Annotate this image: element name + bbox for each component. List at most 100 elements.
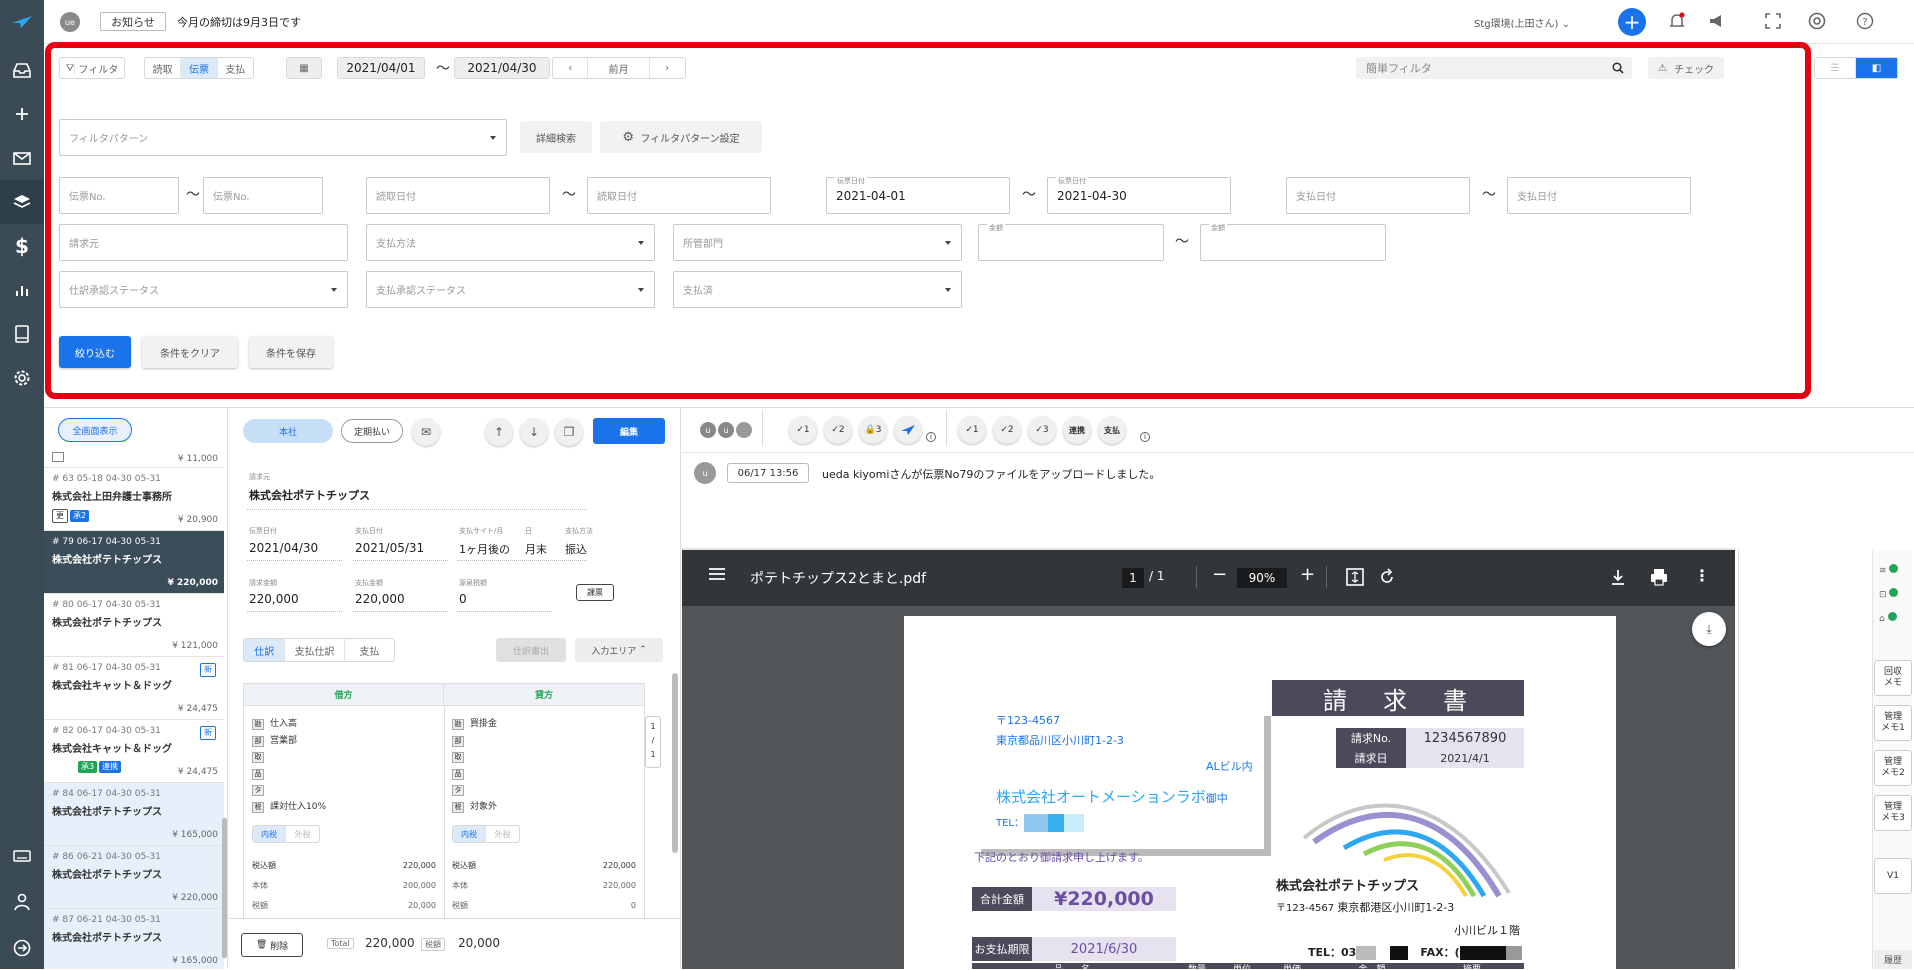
add-icon[interactable] <box>0 92 44 136</box>
pay-approval-step-3[interactable]: ✓ 3 <box>1028 416 1056 444</box>
more-vertical-icon[interactable]: ⋮ <box>1694 566 1710 585</box>
save-conditions-button[interactable]: 条件を保存 <box>249 336 333 368</box>
tax-in-option[interactable]: 内税 <box>453 826 487 842</box>
keyboard-icon[interactable] <box>0 834 44 878</box>
slip-no-from-input[interactable]: 伝票No. <box>59 177 179 214</box>
pay-date-to-input[interactable]: 支払日付 <box>1507 177 1691 214</box>
input-area-toggle[interactable]: 入力エリア ⌃ <box>575 638 663 662</box>
download-icon[interactable] <box>1610 568 1626 586</box>
paid-select[interactable]: 支払済 <box>673 271 962 308</box>
info-icon[interactable]: i <box>926 432 936 442</box>
mail-icon[interactable] <box>0 136 44 180</box>
inbox-icon[interactable] <box>0 48 44 92</box>
tab-read[interactable]: 読取 <box>145 58 182 78</box>
pdf-zoom-input[interactable]: 90% <box>1237 568 1287 588</box>
user-icon[interactable] <box>0 880 44 924</box>
tab-journal[interactable]: 仕訳 <box>244 639 286 661</box>
simple-filter-input[interactable]: 簡単フィルタ <box>1356 57 1632 79</box>
admin-memo-2-button[interactable]: 管理 メモ2 <box>1874 750 1912 786</box>
calendar-button[interactable]: ▦ <box>286 57 322 79</box>
send-status[interactable] <box>894 416 922 444</box>
pay-method-select[interactable]: 支払方法 <box>366 224 655 261</box>
journal-status-select[interactable]: 仕訳承認ステータス <box>59 271 348 308</box>
edit-button[interactable]: 編集 <box>593 418 665 444</box>
logout-icon[interactable] <box>0 926 44 970</box>
pay-date-from-input[interactable]: 支払日付 <box>1286 177 1470 214</box>
approval-indicator[interactable]: ≋ <box>1879 564 1899 576</box>
environment-selector[interactable]: Stg環境(上田さん) ⌄ <box>1474 15 1570 30</box>
pay-status-select[interactable]: 支払承認ステータス <box>366 271 655 308</box>
approval-step-1[interactable]: ✓ 1 <box>789 416 817 444</box>
admin-memo-1-button[interactable]: 管理 メモ1 <box>1874 705 1912 741</box>
filter-toggle-button[interactable]: ⛛ フィルタ <box>59 57 125 79</box>
list-item-selected[interactable]: # 79 06-17 04-30 05-31 株式会社ポテトチップス ¥ 220… <box>44 531 224 594</box>
search-icon[interactable] <box>1606 62 1630 74</box>
avatar[interactable]: u <box>718 422 734 438</box>
pay-approval-step-1[interactable]: ✓ 1 <box>958 416 986 444</box>
pattern-settings-button[interactable]: ⚙ フィルタパターン設定 <box>600 121 762 153</box>
tax-button[interactable]: 課票 <box>576 584 614 601</box>
filter-pattern-select[interactable]: フィルタパターン <box>59 119 507 156</box>
link-status[interactable]: 連携 <box>1063 416 1091 444</box>
approval-step-2[interactable]: ✓ 2 <box>824 416 852 444</box>
fullscreen-icon[interactable] <box>1764 12 1782 30</box>
tax-in-option[interactable]: 内税 <box>253 826 287 842</box>
date-to-field[interactable]: 2021/04/30 <box>454 57 550 79</box>
book-icon[interactable] <box>0 312 44 356</box>
debit-rows[interactable]: 勘仕入高 部営業部 取 品 タ 税課対仕入10% <box>252 716 326 815</box>
collection-memo-button[interactable]: 回収 メモ <box>1874 660 1912 696</box>
tax-out-option[interactable]: 外税 <box>286 826 319 842</box>
admin-memo-3-button[interactable]: 管理 メモ3 <box>1874 795 1912 831</box>
mail-button[interactable]: ✉ <box>412 418 440 446</box>
delete-button[interactable]: 🗑 削除 <box>241 933 303 957</box>
list-item[interactable]: # 86 06-21 04-30 05-31 株式会社ポテトチップス ¥ 220… <box>44 846 224 909</box>
slip-date-to-input[interactable]: 伝票日付 2021-04-30 <box>1047 177 1231 214</box>
clear-conditions-button[interactable]: 条件をクリア <box>142 336 238 368</box>
show-all-button[interactable]: 全画面表示 <box>58 418 132 442</box>
pdf-download-fab[interactable]: ⤓ <box>1692 612 1726 646</box>
amount-from-input[interactable]: 金額 <box>978 224 1164 261</box>
credit-rows[interactable]: 勘買掛金 部 取 品 タ 税対象外 <box>452 716 497 815</box>
fixed-pay-button[interactable]: 定期払い <box>341 419 403 443</box>
approval-step-3[interactable]: 🔒 3 <box>859 416 887 444</box>
bank-indicator[interactable]: ⌂ <box>1879 612 1897 624</box>
rotate-icon[interactable] <box>1378 568 1396 586</box>
journal-export-button[interactable]: 仕訳書出 <box>496 638 566 662</box>
pay-approval-step-2[interactable]: ✓ 2 <box>993 416 1021 444</box>
tab-slip[interactable]: 伝票 <box>181 58 218 78</box>
avatar[interactable]: u <box>694 462 716 484</box>
list-item-partial[interactable]: ¥ 11,000 <box>44 450 224 468</box>
date-from-field[interactable]: 2021/04/01 <box>337 57 425 79</box>
tab-payment[interactable]: 支払 <box>345 639 394 661</box>
biller-input[interactable]: 請求元 <box>59 224 348 261</box>
scan-indicator[interactable]: ⊡ <box>1879 588 1899 600</box>
detail-scrollbar[interactable] <box>672 673 678 853</box>
move-down-button[interactable]: ↓ <box>520 418 548 446</box>
pdf-viewer[interactable]: ⤓ 請 求 書 〒123-4567 東京都品川区小川町1-2-3 ALビル内 株… <box>682 606 1735 969</box>
list-item[interactable]: # 84 06-17 04-30 05-31 株式会社ポテトチップス ¥ 165… <box>44 783 224 846</box>
settings-gear-icon[interactable] <box>0 356 44 400</box>
version-button[interactable]: V1 <box>1874 858 1912 894</box>
journal-pager[interactable]: 1 / 1 <box>645 716 661 768</box>
prev-month-button[interactable]: 前月 <box>588 58 650 78</box>
list-item[interactable]: # 87 06-21 04-30 05-31 株式会社ポテトチップス ¥ 165… <box>44 909 224 969</box>
support-icon[interactable] <box>1808 12 1826 30</box>
logo-icon[interactable] <box>0 0 44 44</box>
prev-arrow-icon[interactable]: ‹ <box>553 58 589 78</box>
notice-button[interactable]: お知らせ <box>100 12 166 31</box>
fit-page-icon[interactable] <box>1346 568 1364 586</box>
dollar-icon[interactable]: $ <box>0 224 44 268</box>
create-button[interactable]: + <box>1618 8 1646 36</box>
office-tab[interactable]: 本社 <box>243 419 333 443</box>
help-icon[interactable]: ? <box>1856 12 1874 30</box>
list-item[interactable]: # 82 06-17 04-30 05-31 新 株式会社キャット＆ドッグ 承3… <box>44 720 224 783</box>
zoom-in-icon[interactable]: + <box>1300 564 1315 585</box>
chart-icon[interactable] <box>0 268 44 312</box>
list-item[interactable]: # 81 06-17 04-30 05-31 新 株式会社キャット＆ドッグ ¥ … <box>44 657 224 720</box>
detail-search-button[interactable]: 詳細検索 <box>520 121 592 153</box>
apply-filter-button[interactable]: 絞り込む <box>59 336 131 368</box>
pay-status[interactable]: 支払 <box>1098 416 1126 444</box>
slip-no-to-input[interactable]: 伝票No. <box>203 177 323 214</box>
print-icon[interactable] <box>1650 568 1668 586</box>
list-item[interactable]: # 63 05-18 04-30 05-31 株式会社上田弁護士事務所 更承2 … <box>44 468 224 531</box>
